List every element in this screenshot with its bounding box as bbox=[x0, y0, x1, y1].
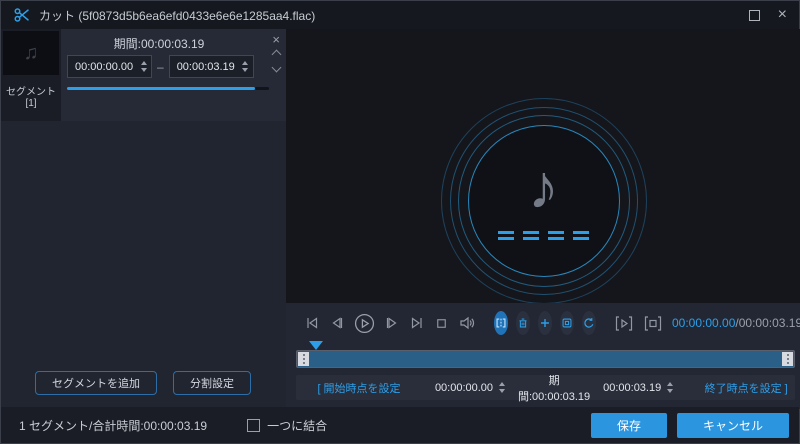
split-button[interactable] bbox=[494, 311, 508, 335]
copy-segment-button[interactable] bbox=[560, 311, 574, 335]
footer-bar: 1 セグメント/合計時間:00:00:03.19 一つに結合 保存 キャンセル bbox=[1, 407, 799, 443]
segment-thumbnail[interactable]: ♫ bbox=[3, 31, 59, 75]
timeline-track[interactable] bbox=[296, 350, 795, 368]
play-segment-icon[interactable] bbox=[614, 315, 634, 332]
footer-buttons: 保存 キャンセル bbox=[590, 412, 789, 438]
spinner-up-icon[interactable] bbox=[242, 61, 249, 65]
segment-list-panel: ♫ セグメント[1] 期間:00:00:03.19 – bbox=[1, 29, 286, 409]
eq-bar bbox=[573, 230, 589, 240]
start-time-spinner[interactable] bbox=[499, 382, 506, 393]
audio-disc: ♪ bbox=[467, 125, 620, 277]
segment-start-field bbox=[67, 55, 152, 78]
trim-handle-right[interactable] bbox=[782, 352, 793, 366]
music-note-icon: ♪ bbox=[528, 152, 559, 222]
player-controls: 00:00:00.00/00:00:03.19 [ 開始時点を設定 00:00:… bbox=[286, 303, 800, 409]
segment-time-inputs: – bbox=[67, 55, 254, 78]
frame-back-icon[interactable] bbox=[329, 315, 345, 331]
segment-start-spinner[interactable] bbox=[136, 56, 151, 77]
segment-duration-text: 期間:00:00:03.19 bbox=[113, 37, 205, 51]
merge-checkbox-label: 一つに結合 bbox=[267, 418, 328, 433]
spinner-down-icon[interactable] bbox=[140, 68, 147, 72]
segment-reorder-controls bbox=[271, 49, 282, 73]
titlebar: カット (5f0873d5b6ea6efd0433e6e6e1285aa4.fl… bbox=[1, 1, 799, 29]
playhead-marker[interactable] bbox=[309, 341, 323, 350]
end-time-spinner[interactable] bbox=[667, 382, 674, 393]
move-up-icon[interactable] bbox=[271, 49, 282, 60]
save-button[interactable]: 保存 bbox=[590, 412, 667, 438]
close-button-icon[interactable]: × bbox=[778, 7, 787, 23]
segment-thumb-column: ♫ セグメント[1] bbox=[1, 29, 61, 121]
skip-end-icon[interactable] bbox=[409, 315, 425, 331]
setpoints-bar: [ 開始時点を設定 00:00:00.00 期間:00:00:03.19 00:… bbox=[296, 375, 795, 403]
audio-visualization: ♪ bbox=[439, 96, 649, 303]
audio-preview-area: ♪ bbox=[286, 29, 800, 303]
move-down-icon[interactable] bbox=[271, 62, 282, 73]
segment-range-bar-rest bbox=[255, 87, 269, 90]
frame-forward-icon[interactable] bbox=[384, 315, 400, 331]
delete-segment-button[interactable] bbox=[516, 311, 530, 335]
start-time-field: 00:00:00.00 bbox=[422, 382, 518, 394]
range-separator: – bbox=[157, 59, 164, 74]
maximize-button-icon[interactable] bbox=[748, 9, 760, 21]
trim-handle-left[interactable] bbox=[298, 352, 309, 366]
segment-label: セグメント[1] bbox=[6, 87, 56, 109]
add-segment-button[interactable]: セグメントを追加 bbox=[35, 371, 157, 395]
cancel-button[interactable]: キャンセル bbox=[676, 412, 789, 438]
segment-end-spinner[interactable] bbox=[238, 56, 253, 77]
end-time-value[interactable]: 00:00:03.19 bbox=[603, 382, 661, 394]
window-title: カット (5f0873d5b6ea6efd0433e6e6e1285aa4.fl… bbox=[39, 8, 316, 23]
segment-end-input[interactable] bbox=[169, 56, 238, 77]
transport-bar: 00:00:00.00/00:00:03.19 bbox=[304, 310, 800, 336]
scissors-icon bbox=[14, 8, 29, 22]
segment-end-field bbox=[168, 55, 254, 78]
eq-bar bbox=[523, 230, 539, 240]
segment-card[interactable]: ♫ セグメント[1] 期間:00:00:03.19 – bbox=[1, 29, 286, 121]
player-panel: ♪ 00:00:00.00/00:00:03.19 [開始時点を設定 00:0… bbox=[286, 29, 800, 409]
merge-checkbox[interactable] bbox=[247, 418, 261, 432]
segment-delete-icon[interactable]: × bbox=[272, 33, 280, 46]
segment-range-bar[interactable] bbox=[67, 87, 255, 90]
split-settings-button[interactable]: 分割設定 bbox=[173, 371, 251, 395]
spinner-down-icon[interactable] bbox=[242, 68, 249, 72]
add-segment-icon-button[interactable] bbox=[538, 311, 552, 335]
start-time-value[interactable]: 00:00:00.00 bbox=[435, 382, 493, 394]
eq-bar bbox=[498, 230, 514, 240]
merge-checkbox-group[interactable]: 一つに結合 bbox=[247, 417, 327, 434]
eq-bar bbox=[548, 230, 564, 240]
set-start-point-button[interactable]: [ 開始時点を設定 bbox=[296, 380, 422, 396]
reset-button[interactable] bbox=[582, 311, 596, 335]
equalizer-bars bbox=[498, 230, 589, 240]
cut-dialog-window: カット (5f0873d5b6ea6efd0433e6e6e1285aa4.fl… bbox=[0, 0, 800, 444]
music-note-icon: ♫ bbox=[23, 41, 39, 64]
end-time-field: 00:00:03.19 bbox=[590, 382, 686, 394]
segment-panel-buttons: セグメントを追加 分割設定 bbox=[35, 371, 251, 395]
set-end-point-button[interactable]: 終了時点を設定 ] bbox=[686, 380, 800, 396]
play-icon[interactable] bbox=[354, 313, 375, 334]
duration-display: 期間:00:00:03.19 bbox=[518, 374, 591, 403]
spinner-up-icon[interactable] bbox=[140, 61, 147, 65]
volume-icon[interactable] bbox=[458, 315, 475, 331]
segment-start-input[interactable] bbox=[68, 56, 136, 77]
stop-segment-icon[interactable] bbox=[643, 315, 663, 332]
playback-time-display: 00:00:00.00/00:00:03.19 bbox=[672, 316, 800, 330]
stop-icon[interactable] bbox=[434, 316, 449, 331]
segments-summary: 1 セグメント/合計時間:00:00:03.19 bbox=[19, 418, 208, 433]
current-time: 00:00:00.00 bbox=[672, 316, 736, 330]
total-time: /00:00:03.19 bbox=[735, 316, 800, 330]
timeline bbox=[296, 341, 795, 371]
skip-start-icon[interactable] bbox=[304, 315, 320, 331]
